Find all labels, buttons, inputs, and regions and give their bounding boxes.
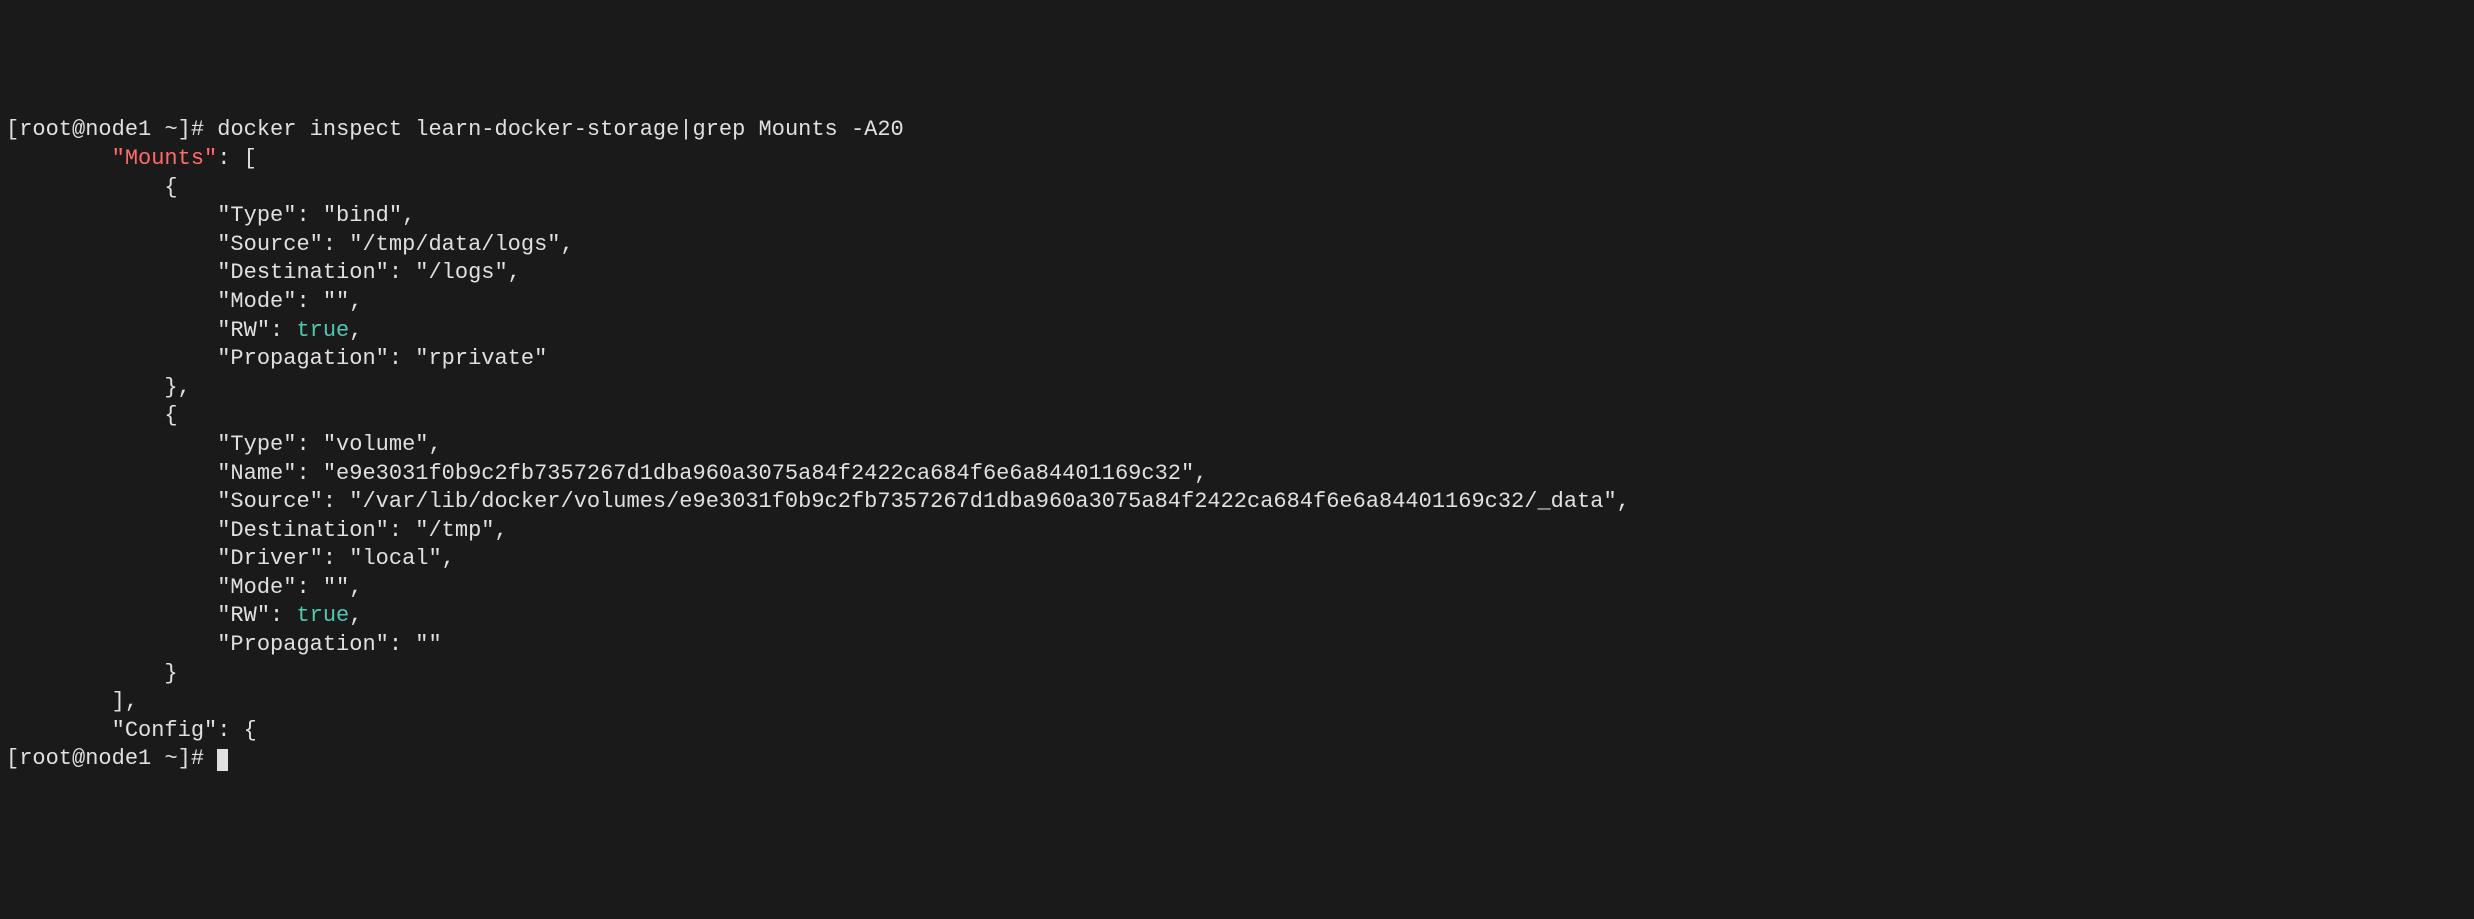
- json-line: "Driver": "local",: [6, 546, 455, 571]
- json-line: "Destination": "/logs",: [6, 260, 521, 285]
- json-line: },: [6, 375, 191, 400]
- command-text: docker inspect learn-docker-storage|grep…: [217, 117, 904, 142]
- json-line: {: [6, 403, 178, 428]
- json-line: "Mode": "",: [6, 575, 362, 600]
- shell-prompt-2: [root@node1 ~]#: [6, 746, 217, 771]
- shell-prompt-1: [root@node1 ~]#: [6, 117, 217, 142]
- json-line: "Propagation": "rprivate": [6, 346, 547, 371]
- json-line: "Config": {: [6, 718, 257, 743]
- json-mounts-line: "Mounts": [: [6, 146, 257, 171]
- json-line: ],: [6, 689, 138, 714]
- true-value: true: [296, 318, 349, 343]
- mounts-key: "Mounts": [112, 146, 218, 171]
- json-line: {: [6, 175, 178, 200]
- terminal-output[interactable]: [root@node1 ~]# docker inspect learn-doc…: [6, 116, 2468, 774]
- json-line: "RW": true,: [6, 318, 362, 343]
- json-line: "Source": "/var/lib/docker/volumes/e9e30…: [6, 489, 1630, 514]
- json-line: "Name": "e9e3031f0b9c2fb7357267d1dba960a…: [6, 461, 1207, 486]
- json-line: "Propagation": "": [6, 632, 442, 657]
- json-line: "Destination": "/tmp",: [6, 518, 508, 543]
- json-line: "Source": "/tmp/data/logs",: [6, 232, 574, 257]
- json-line: "Mode": "",: [6, 289, 362, 314]
- cursor: [217, 749, 228, 771]
- true-value: true: [296, 603, 349, 628]
- json-line: "RW": true,: [6, 603, 362, 628]
- json-line: "Type": "volume",: [6, 432, 442, 457]
- json-line: "Type": "bind",: [6, 203, 415, 228]
- json-line: }: [6, 661, 178, 686]
